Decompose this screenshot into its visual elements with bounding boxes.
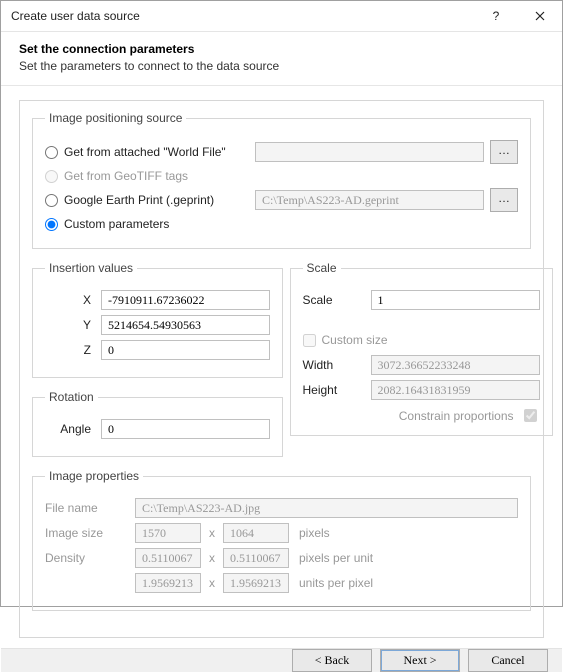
density-y (223, 548, 289, 568)
width-label: Width (303, 358, 371, 372)
titlebar: Create user data source ? (1, 1, 562, 32)
geprint-path[interactable] (255, 190, 484, 210)
image-w (135, 523, 201, 543)
x-label: X (45, 293, 101, 307)
width-field (371, 355, 540, 375)
image-size-label: Image size (45, 526, 135, 540)
scale-legend: Scale (303, 261, 341, 275)
unitspp-x (135, 573, 201, 593)
header-title: Set the connection parameters (19, 42, 544, 56)
density-x (135, 548, 201, 568)
scale-group: Scale Scale Custom size Width Height Co (290, 261, 553, 436)
close-icon (535, 11, 545, 21)
wizard-header: Set the connection parameters Set the pa… (1, 32, 562, 86)
insertion-group: Insertion values X Y Z (32, 261, 283, 378)
unitspp-y (223, 573, 289, 593)
radio-custom[interactable]: Custom parameters (45, 217, 255, 231)
help-button[interactable]: ? (474, 1, 518, 31)
window-title: Create user data source (11, 9, 474, 23)
angle-label: Angle (45, 422, 101, 436)
back-button[interactable]: < Back (292, 649, 372, 672)
props-legend: Image properties (45, 469, 143, 483)
close-button[interactable] (518, 1, 562, 31)
world-file-path[interactable] (255, 142, 484, 162)
radio-geprint[interactable]: Google Earth Print (.geprint) (45, 193, 255, 207)
image-h (223, 523, 289, 543)
height-label: Height (303, 383, 371, 397)
browse-world-file[interactable] (490, 140, 518, 164)
density-label: Density (45, 551, 135, 565)
image-properties-group: Image properties File name Image size x … (32, 469, 531, 611)
browse-geprint[interactable] (490, 188, 518, 212)
file-name-field (135, 498, 518, 518)
wizard-footer: < Back Next > Cancel (1, 648, 562, 672)
z-label: Z (45, 343, 101, 357)
cancel-button[interactable]: Cancel (468, 649, 548, 672)
scale-field[interactable] (371, 290, 540, 310)
insertion-legend: Insertion values (45, 261, 137, 275)
height-field (371, 380, 540, 400)
radio-geotiff: Get from GeoTIFF tags (45, 169, 255, 183)
header-subtitle: Set the parameters to connect to the dat… (19, 59, 544, 73)
scale-label: Scale (303, 293, 371, 307)
positioning-legend: Image positioning source (45, 111, 186, 125)
x-field[interactable] (101, 290, 270, 310)
z-field[interactable] (101, 340, 270, 360)
positioning-group: Image positioning source Get from attach… (32, 111, 531, 249)
y-label: Y (45, 318, 101, 332)
next-button[interactable]: Next > (380, 649, 460, 672)
constrain-proportions: Constrain proportions (303, 406, 540, 425)
custom-size-check: Custom size (303, 333, 540, 347)
file-name-label: File name (45, 501, 135, 515)
rotation-legend: Rotation (45, 390, 98, 404)
radio-world-file[interactable]: Get from attached "World File" (45, 145, 255, 159)
angle-field[interactable] (101, 419, 270, 439)
y-field[interactable] (101, 315, 270, 335)
create-data-source-dialog: Create user data source ? Set the connec… (0, 0, 563, 607)
rotation-group: Rotation Angle (32, 390, 283, 457)
